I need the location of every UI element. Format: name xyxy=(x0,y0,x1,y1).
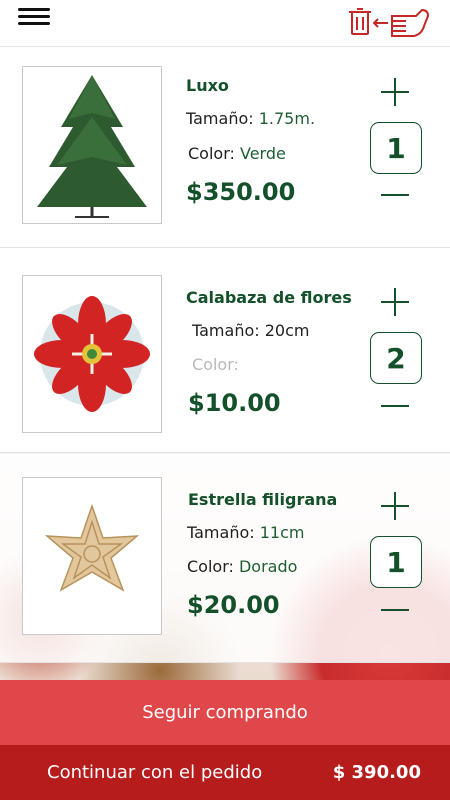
christmas-tree-image xyxy=(22,66,162,224)
top-bar xyxy=(0,0,450,47)
continue-order-label: Continuar con el pedido xyxy=(47,762,263,783)
filigree-star-image xyxy=(22,477,162,635)
quantity-value[interactable]: 1 xyxy=(370,536,422,588)
order-total: $ 390.00 xyxy=(332,762,421,783)
quantity-value[interactable]: 1 xyxy=(370,122,422,174)
item-name: Calabaza de flores xyxy=(186,288,352,307)
cart-item: Estrella filigrana Tamaño: 11cm Color: D… xyxy=(0,454,450,663)
item-color: Color: Dorado xyxy=(187,557,298,576)
keep-shopping-button[interactable]: Seguir comprando xyxy=(0,680,450,745)
item-price: $350.00 xyxy=(186,178,296,206)
item-size: Tamaño: 11cm xyxy=(187,523,305,542)
increase-quantity-button[interactable] xyxy=(381,77,411,107)
decrease-quantity-button[interactable] xyxy=(381,180,411,210)
paper-flower-ornament-image xyxy=(22,275,162,433)
increase-quantity-button[interactable] xyxy=(381,287,411,317)
decrease-quantity-button[interactable] xyxy=(381,391,411,421)
item-name: Estrella filigrana xyxy=(188,490,338,509)
clear-cart-button[interactable] xyxy=(348,6,434,40)
item-color: Color: xyxy=(192,355,239,374)
increase-quantity-button[interactable] xyxy=(381,491,411,521)
continue-order-button[interactable]: Continuar con el pedido $ 390.00 xyxy=(0,745,450,800)
trash-swipe-icon xyxy=(349,8,430,37)
item-size: Tamaño: 20cm xyxy=(192,321,310,340)
item-price: $20.00 xyxy=(187,591,280,619)
quantity-value[interactable]: 2 xyxy=(370,332,422,384)
cart-item: Calabaza de flores Tamaño: 20cm Color: $… xyxy=(0,249,450,453)
item-size: Tamaño: 1.75m. xyxy=(186,109,316,128)
cart-item: Luxo Tamaño: 1.75m. Color: Verde $350.00… xyxy=(0,47,450,248)
item-name: Luxo xyxy=(186,76,229,95)
item-color: Color: Verde xyxy=(188,144,286,163)
decrease-quantity-button[interactable] xyxy=(381,595,411,625)
hamburger-menu-icon[interactable] xyxy=(18,8,50,34)
item-price: $10.00 xyxy=(188,389,281,417)
